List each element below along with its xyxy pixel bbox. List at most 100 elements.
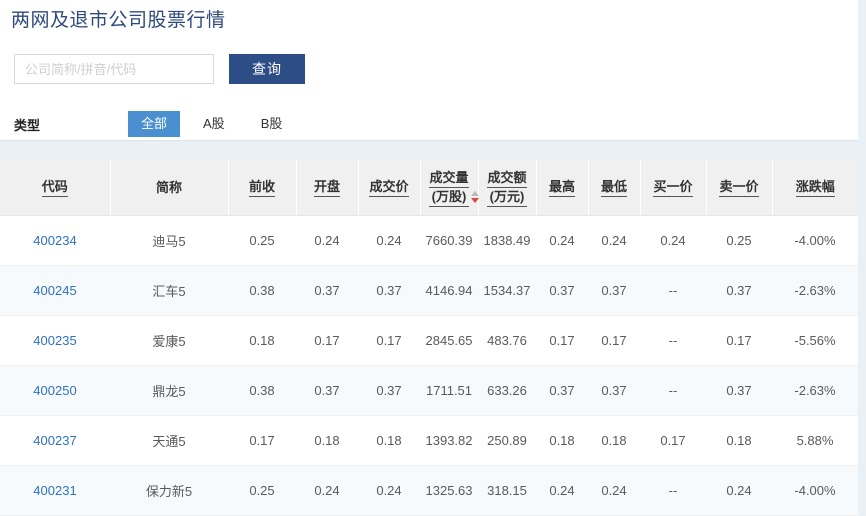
table-row[interactable]: 400250 鼎龙5 0.38 0.37 0.37 1711.51 633.26 0.37 0.… [0, 365, 858, 416]
cell-name: 汇车5 [110, 265, 228, 316]
cell-change-percent: -2.63% [772, 365, 858, 416]
right-gutter [858, 0, 866, 514]
stock-code-link[interactable]: 400245 [33, 283, 76, 298]
quote-table-wrapper: 代码 简称 前收 开盘 成交价 成交量 (万股) 成交额 (万元) 最高 最低 … [0, 160, 858, 516]
cell-amount: 318.15 [478, 465, 536, 516]
cell-high: 0.17 [536, 315, 588, 366]
stock-code-link[interactable]: 400237 [33, 433, 76, 448]
cell-low: 0.24 [588, 465, 640, 516]
col-header-open[interactable]: 开盘 [296, 160, 359, 216]
cell-volume: 1325.63 [420, 465, 478, 516]
table-row[interactable]: 400245 汇车5 0.38 0.37 0.37 4146.94 1534.37 0.37 0… [0, 265, 858, 316]
col-header-change[interactable]: 涨跌幅 [772, 160, 858, 216]
sort-desc-icon[interactable] [470, 197, 479, 203]
cell-low: 0.18 [588, 415, 640, 466]
stock-code-link[interactable]: 400231 [33, 483, 76, 498]
cell-high: 0.37 [536, 265, 588, 316]
cell-volume: 1711.51 [420, 365, 478, 416]
cell-ask1: 0.37 [706, 265, 772, 316]
cell-change-percent: -4.00% [772, 465, 858, 516]
cell-volume: 7660.39 [420, 215, 478, 266]
cell-low: 0.37 [588, 365, 640, 416]
cell-volume: 2845.65 [420, 315, 478, 366]
cell-amount: 483.76 [478, 315, 536, 366]
cell-amount: 1534.37 [478, 265, 536, 316]
table-row[interactable]: 400231 保力新5 0.25 0.24 0.24 1325.63 318.15 0.24 0… [0, 465, 858, 516]
col-header-ask1[interactable]: 卖一价 [706, 160, 773, 216]
cell-name: 天通5 [110, 415, 228, 466]
cell-open: 0.37 [296, 365, 358, 416]
col-header-low[interactable]: 最低 [588, 160, 641, 216]
cell-amount: 250.89 [478, 415, 536, 466]
cell-code: 400234 [0, 215, 110, 266]
type-tab-group: 全部 A股 B股 [128, 111, 295, 137]
col-header-high[interactable]: 最高 [536, 160, 589, 216]
cell-price: 0.24 [358, 215, 420, 266]
type-tab-b-shares[interactable]: B股 [248, 111, 296, 137]
cell-open: 0.17 [296, 315, 358, 366]
col-header-price[interactable]: 成交价 [358, 160, 421, 216]
cell-name: 保力新5 [110, 465, 228, 516]
cell-amount: 1838.49 [478, 215, 536, 266]
type-tab-a-shares[interactable]: A股 [190, 111, 238, 137]
cell-code: 400237 [0, 415, 110, 466]
cell-open: 0.24 [296, 215, 358, 266]
cell-change-percent: -2.63% [772, 265, 858, 316]
cell-prev-close: 0.38 [228, 365, 296, 416]
cell-volume: 1393.82 [420, 415, 478, 466]
cell-volume: 4146.94 [420, 265, 478, 316]
cell-change-percent: -5.56% [772, 315, 858, 366]
quote-table-head: 代码 简称 前收 开盘 成交价 成交量 (万股) 成交额 (万元) 最高 最低 … [0, 160, 858, 216]
cell-ask1: 0.25 [706, 215, 772, 266]
cell-prev-close: 0.38 [228, 265, 296, 316]
cell-bid1: -- [640, 315, 706, 366]
cell-high: 0.24 [536, 465, 588, 516]
cell-low: 0.17 [588, 315, 640, 366]
cell-high: 0.24 [536, 215, 588, 266]
table-row[interactable]: 400235 爱康5 0.18 0.17 0.17 2845.65 483.76 0.17 0.… [0, 315, 858, 366]
col-header-code[interactable]: 代码 [0, 160, 111, 216]
cell-open: 0.24 [296, 465, 358, 516]
cell-amount: 633.26 [478, 365, 536, 416]
cell-open: 0.18 [296, 415, 358, 466]
col-header-prev-close[interactable]: 前收 [228, 160, 297, 216]
cell-bid1: -- [640, 365, 706, 416]
table-row[interactable]: 400234 迪马5 0.25 0.24 0.24 7660.39 1838.49 0.24 0… [0, 215, 858, 266]
search-input[interactable] [14, 54, 214, 84]
col-header-bid1[interactable]: 买一价 [640, 160, 707, 216]
cell-price: 0.37 [358, 365, 420, 416]
col-header-volume[interactable]: 成交量 (万股) [420, 160, 480, 216]
cell-ask1: 0.17 [706, 315, 772, 366]
col-header-amount[interactable]: 成交额 (万元) [478, 160, 537, 216]
cell-prev-close: 0.25 [228, 215, 296, 266]
cell-price: 0.17 [358, 315, 420, 366]
panel-table-divider-band [0, 141, 858, 160]
page-title: 两网及退市公司股票行情 [11, 10, 226, 31]
stock-code-link[interactable]: 400250 [33, 383, 76, 398]
type-filter-row: 类型 全部 A股 B股 [14, 111, 295, 137]
query-button[interactable]: 查询 [229, 54, 305, 84]
cell-ask1: 0.37 [706, 365, 772, 416]
cell-code: 400250 [0, 365, 110, 416]
cell-ask1: 0.18 [706, 415, 772, 466]
quote-table-body: 400234 迪马5 0.25 0.24 0.24 7660.39 1838.49 0.24 0… [0, 215, 858, 516]
cell-code: 400235 [0, 315, 110, 366]
search-panel: 两网及退市公司股票行情 查询 类型 全部 A股 B股 [0, 0, 858, 141]
cell-name: 爱康5 [110, 315, 228, 366]
stock-code-link[interactable]: 400234 [33, 233, 76, 248]
header-row: 代码 简称 前收 开盘 成交价 成交量 (万股) 成交额 (万元) 最高 最低 … [0, 160, 858, 216]
stock-code-link[interactable]: 400235 [33, 333, 76, 348]
table-row[interactable]: 400237 天通5 0.17 0.18 0.18 1393.82 250.89 0.18 0.… [0, 415, 858, 466]
sort-arrows-volume[interactable] [470, 189, 480, 206]
cell-prev-close: 0.17 [228, 415, 296, 466]
type-filter-label: 类型 [14, 117, 41, 133]
cell-price: 0.24 [358, 465, 420, 516]
cell-ask1: 0.24 [706, 465, 772, 516]
sort-asc-icon[interactable] [470, 190, 479, 196]
cell-bid1: 0.24 [640, 215, 706, 266]
cell-low: 0.24 [588, 215, 640, 266]
cell-name: 迪马5 [110, 215, 228, 266]
cell-name: 鼎龙5 [110, 365, 228, 416]
cell-bid1: -- [640, 465, 706, 516]
type-tab-all[interactable]: 全部 [128, 111, 181, 137]
